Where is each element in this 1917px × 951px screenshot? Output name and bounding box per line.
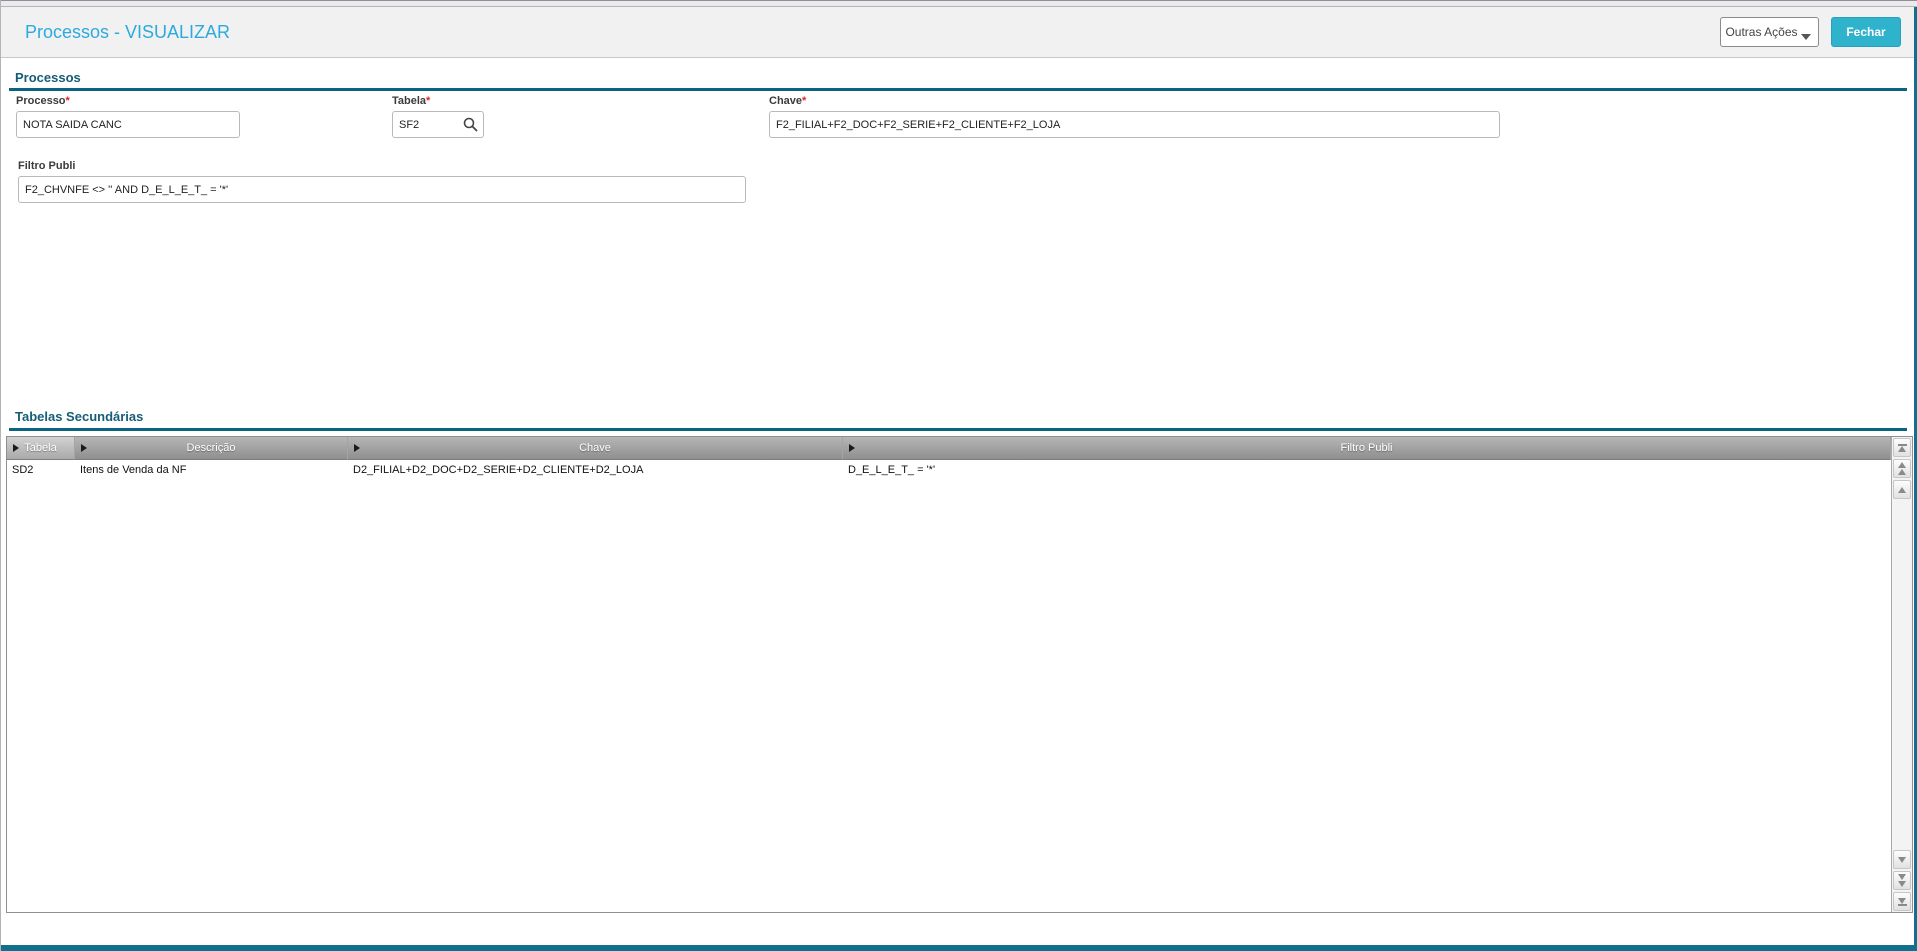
window-top-edge [1, 0, 1917, 7]
cell-descricao: Itens de Venda da NF [80, 464, 187, 476]
close-button-label: Fechar [1846, 25, 1886, 39]
grid-main: Tabela Descrição Chave Filtro Publi SD2 … [7, 437, 1891, 912]
column-header-label: Tabela [24, 442, 57, 454]
arrow-up-icon [1898, 462, 1906, 468]
table-row[interactable]: SD2 Itens de Venda da NF D2_FILIAL+D2_DO… [7, 460, 1891, 482]
column-arrow-icon [13, 444, 19, 452]
section-title-tabelas-secundarias: Tabelas Secundárias [15, 409, 144, 424]
scroll-up-button[interactable] [1893, 480, 1911, 499]
column-arrow-icon [354, 444, 360, 452]
secondary-tables-grid: Tabela Descrição Chave Filtro Publi SD2 … [6, 436, 1913, 913]
scroll-first-button[interactable] [1893, 438, 1911, 457]
arrow-up-icon [1898, 469, 1906, 475]
field-tabela: Tabela* [392, 95, 484, 138]
other-actions-button[interactable]: Outras Ações [1720, 17, 1819, 47]
scroll-down-button[interactable] [1893, 850, 1911, 869]
section-title-processos: Processos [15, 70, 81, 85]
scroll-last-button[interactable] [1893, 892, 1911, 911]
cell-tabela: SD2 [12, 464, 34, 476]
processo-label: Processo [16, 95, 66, 107]
scrollbar-track[interactable] [1892, 500, 1912, 849]
arrow-down-icon [1898, 856, 1906, 863]
chave-input[interactable] [769, 111, 1500, 138]
field-processo: Processo* [16, 95, 240, 138]
column-arrow-icon [81, 444, 87, 452]
column-header-chave[interactable]: Chave [348, 437, 843, 460]
search-icon[interactable] [462, 116, 479, 133]
chevron-down-icon [1801, 34, 1811, 40]
filtro-publi-label: Filtro Publi [18, 160, 76, 172]
column-header-label: Descrição [186, 442, 236, 454]
scroll-page-down-button[interactable] [1893, 871, 1911, 890]
scroll-page-up-button[interactable] [1893, 459, 1911, 478]
close-button[interactable]: Fechar [1831, 17, 1901, 47]
grid-header: Tabela Descrição Chave Filtro Publi [7, 437, 1891, 460]
chave-label: Chave [769, 95, 803, 107]
field-filtro-publi: Filtro Publi [18, 160, 746, 203]
other-actions-label: Outras Ações [1725, 25, 1798, 39]
column-header-tabela[interactable]: Tabela [7, 437, 75, 460]
grid-body: SD2 Itens de Venda da NF D2_FILIAL+D2_DO… [7, 460, 1891, 912]
arrow-down-icon [1898, 874, 1906, 880]
column-header-label: Filtro Publi [1340, 442, 1393, 454]
required-asterisk: * [65, 95, 70, 107]
arrow-down-icon [1898, 881, 1906, 887]
column-arrow-icon [849, 444, 855, 452]
section-rule [9, 88, 1907, 91]
column-header-filtro-publi[interactable]: Filtro Publi [843, 437, 1891, 460]
grid-vertical-scrollbar[interactable] [1891, 437, 1912, 912]
page-frame-bottom [1, 945, 1917, 951]
field-chave: Chave* [769, 95, 1500, 138]
required-asterisk: * [802, 95, 807, 107]
processo-input[interactable] [16, 111, 240, 138]
cell-filtro-publi: D_E_L_E_T_ = '*' [848, 464, 936, 476]
section-rule [9, 428, 1907, 431]
filtro-publi-input[interactable] [18, 176, 746, 203]
required-asterisk: * [426, 95, 431, 107]
page-title: Processos - VISUALIZAR [25, 21, 231, 42]
header-actions: Outras Ações Fechar [1720, 17, 1901, 47]
cell-chave: D2_FILIAL+D2_DOC+D2_SERIE+D2_CLIENTE+D2_… [353, 464, 644, 476]
header-bar: Processos - VISUALIZAR Outras Ações Fech… [1, 7, 1914, 58]
column-header-label: Chave [579, 442, 611, 454]
arrow-up-icon [1898, 445, 1906, 452]
tabela-label: Tabela [392, 95, 427, 107]
column-header-descricao[interactable]: Descrição [75, 437, 348, 460]
arrow-up-icon [1898, 486, 1906, 493]
